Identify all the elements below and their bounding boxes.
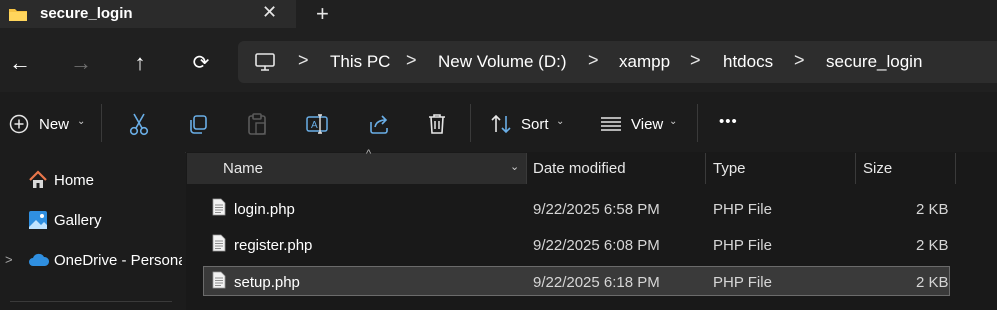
expand-chevron-icon[interactable]: >	[5, 252, 13, 267]
new-tab-button[interactable]: +	[316, 1, 329, 27]
column-divider[interactable]	[855, 153, 856, 184]
share-icon[interactable]	[367, 112, 391, 136]
breadcrumb-item-this-pc[interactable]: This PC	[330, 52, 390, 72]
column-header-name[interactable]: Name	[223, 160, 263, 177]
file-icon	[212, 271, 226, 289]
chevron-down-icon[interactable]: ⌄	[556, 116, 564, 127]
forward-button[interactable]: →	[66, 50, 96, 76]
file-size: 2 KB	[916, 201, 949, 218]
toolbar-divider	[470, 104, 471, 142]
up-button[interactable]: ↑	[125, 50, 155, 76]
chevron-down-icon[interactable]: ⌄	[77, 116, 85, 127]
breadcrumb-separator[interactable]: >	[298, 50, 309, 71]
monitor-icon[interactable]	[254, 52, 276, 72]
back-button[interactable]: ←	[5, 50, 35, 76]
view-icon[interactable]	[599, 114, 623, 134]
sort-ascending-icon: ^	[366, 148, 372, 160]
paste-icon[interactable]	[246, 112, 268, 136]
file-name[interactable]: setup.php	[234, 274, 300, 291]
breadcrumb-separator[interactable]: >	[588, 50, 599, 71]
chevron-down-icon[interactable]: ⌄	[510, 160, 519, 173]
file-type: PHP File	[713, 274, 772, 291]
breadcrumb-separator[interactable]: >	[690, 50, 701, 71]
breadcrumb-separator[interactable]: >	[794, 50, 805, 71]
file-size: 2 KB	[916, 274, 949, 291]
file-icon	[212, 198, 226, 216]
plus-circle-icon[interactable]	[9, 114, 29, 134]
file-name[interactable]: register.php	[234, 237, 312, 254]
sort-button[interactable]: Sort	[521, 116, 549, 133]
file-type: PHP File	[713, 201, 772, 218]
svg-text:A: A	[311, 120, 318, 131]
breadcrumb-item-secure-login[interactable]: secure_login	[826, 52, 922, 72]
tab-title: secure_login	[40, 5, 133, 22]
tab-secure-login[interactable]: secure_login ✕	[0, 0, 296, 28]
column-divider[interactable]	[705, 153, 706, 184]
delete-icon[interactable]	[426, 112, 448, 136]
sidebar-divider	[10, 301, 172, 302]
column-header-size[interactable]: Size	[863, 160, 892, 177]
file-size: 2 KB	[916, 237, 949, 254]
column-divider[interactable]	[526, 153, 527, 184]
more-options-button[interactable]: •••	[719, 113, 738, 130]
cloud-icon[interactable]	[28, 251, 50, 269]
column-divider[interactable]	[955, 153, 956, 184]
gallery-icon[interactable]	[28, 210, 48, 230]
file-date: 9/22/2025 6:58 PM	[533, 201, 660, 218]
sidebar-item-home[interactable]: Home	[54, 172, 94, 189]
close-tab-icon[interactable]: ✕	[262, 2, 277, 23]
cut-icon[interactable]	[128, 112, 150, 136]
sidebar-item-gallery[interactable]: Gallery	[54, 212, 102, 229]
chevron-down-icon[interactable]: ⌄	[669, 116, 677, 127]
file-icon	[212, 234, 226, 252]
toolbar-divider	[697, 104, 698, 142]
file-type: PHP File	[713, 237, 772, 254]
sidebar-item-onedrive[interactable]: OneDrive - Persona	[54, 252, 182, 269]
breadcrumb-item-htdocs[interactable]: htdocs	[723, 52, 773, 72]
refresh-button[interactable]: ⟳	[186, 50, 216, 76]
rename-icon[interactable]: A	[305, 112, 329, 136]
column-header-type[interactable]: Type	[713, 160, 746, 177]
new-button[interactable]: New	[39, 116, 69, 133]
breadcrumb-item-new-volume[interactable]: New Volume (D:)	[438, 52, 566, 72]
view-button[interactable]: View	[631, 116, 663, 133]
toolbar-divider	[101, 104, 102, 142]
home-icon[interactable]	[28, 170, 48, 190]
file-date: 9/22/2025 6:08 PM	[533, 237, 660, 254]
breadcrumb-separator[interactable]: >	[406, 50, 417, 71]
folder-icon	[9, 9, 27, 21]
copy-icon[interactable]	[187, 113, 209, 135]
file-date: 9/22/2025 6:18 PM	[533, 274, 660, 291]
breadcrumb-item-xampp[interactable]: xampp	[619, 52, 670, 72]
sort-icon[interactable]	[490, 113, 512, 135]
file-name[interactable]: login.php	[234, 201, 295, 218]
column-header-date[interactable]: Date modified	[533, 160, 626, 177]
